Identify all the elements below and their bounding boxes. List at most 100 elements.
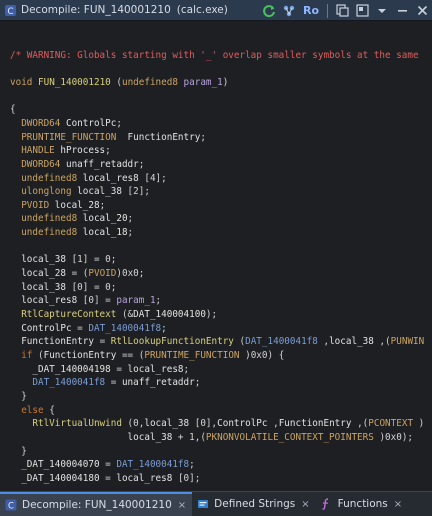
code-token[interactable]: PRUNTIME_FUNCTION [144,350,239,361]
code-token[interactable]: param_1 [184,77,223,88]
code-token[interactable]: FunctionEntry [128,132,201,143]
copy-icon[interactable] [334,3,350,19]
code-token[interactable]: PKNONVOLATILE_CONTEXT_POINTERS [206,432,374,443]
code-token[interactable]: DAT_140004100 [133,309,206,320]
code-token[interactable]: ; [128,227,134,238]
tab-functions[interactable]: Functions × [316,492,409,516]
code-token[interactable]: == ( [116,350,144,361]
code-token[interactable]: local_28 [55,200,100,211]
code-token[interactable]: )0x0; [116,268,144,279]
code-token[interactable]: undefined8 [10,213,83,224]
code-line[interactable]: } [0,390,424,404]
code-line[interactable]: _DAT_140004198 = local_res8; [0,363,424,377]
code-token[interactable]: undefined8 [10,227,83,238]
code-token[interactable]: ); [206,309,217,320]
code-token[interactable]: (& [116,309,133,320]
refresh-icon[interactable] [261,3,277,19]
code-token[interactable]: ; [195,377,201,388]
code-token[interactable]: { [44,405,55,416]
code-token[interactable]: ; [100,200,106,211]
tab-decompile[interactable]: C Decompile: FUN_140001210 × [0,492,193,516]
code-token[interactable]: local_20 [83,213,128,224]
code-line[interactable]: undefined8 local_res8 [4]; [0,172,424,186]
code-line[interactable]: RtlVirtualUnwind (0,local_38 [0],Control… [0,417,432,431]
code-token[interactable]: ,( [351,418,368,429]
code-token[interactable]: void [10,77,38,88]
code-line[interactable] [0,35,424,49]
code-token[interactable]: PVOID [10,200,55,211]
code-line[interactable]: PVOID local_28; [0,199,424,213]
code-token[interactable]: , [318,336,329,347]
code-token[interactable]: local_res8 [116,473,172,484]
code-token[interactable]: ; [128,213,134,224]
code-token[interactable]: [0] = [77,295,116,306]
code-token[interactable]: ; [189,459,195,470]
code-token[interactable]: FunctionEntry [44,350,117,361]
code-line[interactable]: void FUN_140001210 (undefined8 param_1) [0,76,424,90]
code-line[interactable]: local_38 + 1,(PKNONVOLATILE_CONTEXT_POIN… [0,431,424,445]
code-token[interactable]: ControlPc [66,118,116,129]
code-token[interactable]: HANDLE [10,145,60,156]
code-token[interactable]: )0x0) { [240,350,284,361]
code-token[interactable]: DAT_1400041f8 [10,377,105,388]
code-token[interactable]: ; [200,132,206,143]
code-line[interactable]: local_28 = (PVOID)0x0; [0,267,424,281]
code-token[interactable]: )0x0); [374,432,413,443]
code-token[interactable]: ; [161,323,167,334]
code-line[interactable]: DAT_1400041f8 = unaff_retaddr; [0,376,424,390]
code-token[interactable]: = [111,364,128,375]
code-token[interactable]: [4]; [139,173,166,184]
code-token[interactable]: [1] = 0; [66,254,117,265]
code-line[interactable]: HANDLE hProcess; [0,144,424,158]
code-token[interactable]: ,( [374,336,390,347]
code-token[interactable]: ( [32,350,44,361]
code-token[interactable]: ( [111,77,122,88]
code-line[interactable]: } [0,445,424,459]
code-token[interactable]: ) [223,77,229,88]
code-token[interactable]: [0], [189,418,217,429]
code-token[interactable]: else [10,405,43,416]
code-line[interactable]: local_38 [1] = 0; [0,253,424,267]
code-token[interactable]: PVOID [88,268,116,279]
code-line[interactable]: FunctionEntry = RtlLookupFunctionEntry (… [0,335,432,349]
code-token[interactable]: DAT_1400041f8 [245,336,318,347]
view-options-icon[interactable] [354,3,370,19]
code-token[interactable]: ; [156,295,162,306]
code-token[interactable]: } [10,391,27,402]
code-token[interactable]: ulonglong [10,186,77,197]
code-token[interactable]: _DAT_140004070 [10,459,99,470]
code-token[interactable]: { [10,104,16,115]
code-line[interactable]: _DAT_140004180 = local_res8 [0]; [0,472,424,486]
code-line[interactable]: /* WARNING: Globals starting with '_' ov… [0,49,432,63]
code-token[interactable]: [0]; [172,473,200,484]
code-token[interactable]: unaff_retaddr [66,159,139,170]
code-token[interactable]: + 1,( [172,432,206,443]
code-token[interactable]: ; [184,364,190,375]
code-token[interactable]: RtlVirtualUnwind [10,418,122,429]
read-only-toggle[interactable]: Ro [301,3,321,19]
code-token[interactable]: undefined8 [122,77,184,88]
code-token[interactable]: ( [234,336,246,347]
code-token[interactable]: = [100,459,117,470]
code-token[interactable]: local_res8 [10,295,77,306]
code-line[interactable]: else { [0,404,424,418]
code-token[interactable]: = [105,377,122,388]
code-token[interactable]: local_18 [83,227,128,238]
code-token[interactable]: ; [105,145,111,156]
code-token[interactable]: hProcess [60,145,105,156]
code-line[interactable]: ControlPc = DAT_1400041f8; [0,322,424,336]
code-token[interactable]: local_38 [10,432,173,443]
code-token[interactable]: FUN_140001210 [38,77,111,88]
code-line[interactable]: RtlCaptureContext (&DAT_140004100); [0,308,424,322]
chevron-down-icon[interactable] [374,3,390,19]
code-token[interactable]: DWORD64 [10,159,66,170]
code-token[interactable]: ControlPc [217,418,267,429]
code-token[interactable]: local_38 [10,282,66,293]
code-line[interactable] [0,240,424,254]
code-line[interactable]: { [0,103,424,117]
code-token[interactable]: unaff_retaddr [122,377,195,388]
code-token[interactable]: DAT_1400041f8 [116,459,189,470]
close-icon[interactable] [414,3,430,19]
code-token[interactable]: PCONTEXT [368,418,413,429]
code-token[interactable]: (0, [122,418,145,429]
